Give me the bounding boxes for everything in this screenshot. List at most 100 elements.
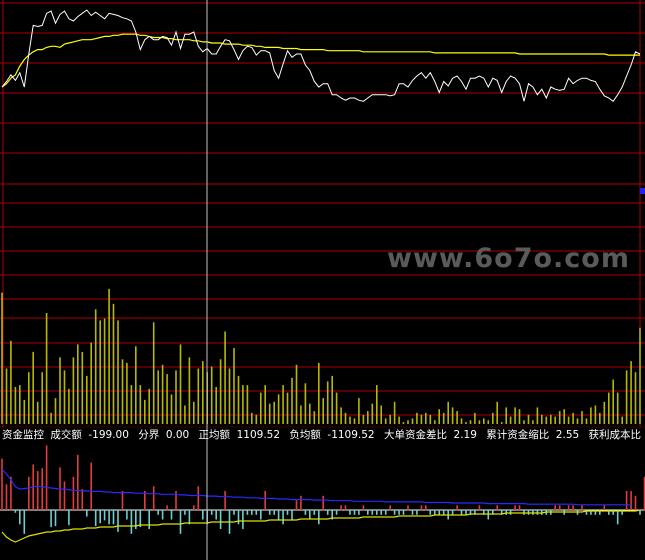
- status-value: 1109.52: [236, 429, 281, 441]
- volume-bar: [170, 394, 173, 424]
- volume-bar: [179, 344, 182, 424]
- fund-flow-bar: [99, 510, 101, 524]
- volume-bar: [496, 401, 498, 424]
- fund-flow-bar: [291, 510, 293, 520]
- volume-bar: [536, 407, 539, 425]
- volume-bar: [255, 414, 258, 425]
- status-item-neg-avg: 负均额:-1109.52: [289, 429, 375, 441]
- fund-flow-bar: [554, 505, 556, 511]
- fund-avg-line: [1, 509, 641, 543]
- volume-bar: [23, 399, 26, 424]
- fund-flow-bar: [322, 495, 324, 511]
- fund-flow-bar: [558, 505, 561, 511]
- fund-flow-bar: [210, 510, 213, 515]
- volume-bar: [545, 416, 548, 424]
- volume-bar: [1, 292, 3, 424]
- fund-flow-bar: [117, 510, 119, 532]
- volume-bar: [344, 412, 347, 424]
- fund-flow-bar: [148, 510, 150, 529]
- fund-flow-bar: [425, 505, 427, 511]
- volume-bar: [90, 342, 92, 424]
- fund-flow-bar: [393, 510, 396, 515]
- fund-flow-bar: [255, 510, 258, 515]
- volume-bar: [572, 412, 574, 424]
- volume-bar: [541, 414, 543, 425]
- volume-bar: [197, 368, 200, 424]
- fund-flow-bar: [434, 510, 436, 515]
- volume-bar: [590, 407, 592, 425]
- volume-bar: [500, 422, 503, 424]
- volume-bar: [277, 394, 280, 424]
- fund-flow-bar: [326, 510, 329, 515]
- fund-flow-bar: [126, 510, 128, 520]
- volume-bar: [50, 412, 52, 424]
- status-item-profit-cost: 获利成本比:-: [589, 429, 645, 441]
- volume-bar: [402, 422, 405, 424]
- fund-flow-bar: [389, 505, 391, 511]
- fund-flow-bar: [318, 510, 320, 525]
- volume-bar: [45, 313, 48, 424]
- fund-flow-bar: [103, 510, 106, 521]
- volume-bar: [144, 399, 146, 424]
- fund-flow-bar: [344, 505, 347, 511]
- fund-flow-bar: [398, 510, 400, 515]
- status-value: -1109.52: [327, 429, 375, 441]
- volume-bar: [108, 288, 110, 424]
- volume-bar: [10, 340, 12, 425]
- volume-bar: [567, 416, 570, 424]
- volume-bar: [389, 414, 391, 425]
- volume-bar: [349, 416, 351, 424]
- volume-bar: [474, 412, 476, 424]
- volume-bar: [420, 414, 423, 425]
- fund-flow-bar: [224, 491, 226, 510]
- fund-flow-bar: [45, 445, 48, 510]
- fund-flow-bar: [157, 510, 159, 515]
- volume-bar: [157, 370, 159, 425]
- chart-canvas[interactable]: [0, 0, 645, 560]
- status-item-pos-avg: 正均额:1109.52: [198, 429, 281, 441]
- volume-bar: [251, 412, 253, 424]
- volume-bar: [630, 361, 632, 424]
- fund-flow-bar: [77, 454, 79, 510]
- volume-bar: [358, 398, 360, 424]
- volume-bar: [14, 387, 17, 424]
- status-label: 累计资金缩比: [486, 429, 550, 441]
- fund-flow-bar: [304, 510, 307, 515]
- volume-bar: [117, 320, 119, 424]
- fund-flow-bar: [68, 510, 70, 526]
- volume-bar: [291, 377, 293, 425]
- fund-flow-bar: [456, 505, 458, 511]
- volume-bar: [594, 405, 597, 424]
- fund-flow-bar: [237, 510, 240, 525]
- volume-bar: [68, 388, 70, 424]
- volume-bar: [608, 392, 610, 425]
- volume-bar: [210, 366, 213, 424]
- fund-flow-bar: [567, 505, 570, 511]
- fund-flow-bar: [634, 495, 637, 511]
- volume-bar: [175, 370, 177, 425]
- fund-flow-bar: [10, 476, 12, 511]
- fund-flow-bar: [514, 505, 516, 511]
- fund-flow-bar: [202, 510, 204, 520]
- volume-bar: [188, 357, 191, 424]
- volume-bar: [184, 405, 186, 424]
- fund-flow-bar: [438, 510, 440, 515]
- fund-flow-bar: [94, 510, 97, 527]
- volume-bar: [130, 385, 133, 424]
- volume-bar: [94, 309, 97, 424]
- volume-bar: [456, 411, 458, 425]
- fund-flow-bar: [451, 510, 454, 515]
- volume-bar: [563, 409, 565, 424]
- fund-flow-bar: [630, 491, 632, 510]
- volume-bar: [371, 403, 374, 424]
- fund-flow-bar: [41, 468, 43, 510]
- volume-bar: [492, 412, 494, 424]
- volume-bar: [634, 372, 637, 424]
- volume-bar: [576, 418, 579, 424]
- fund-flow-bar: [86, 510, 88, 517]
- volume-bar: [81, 351, 84, 425]
- fund-flow-bar: [277, 510, 280, 520]
- watermark: www.6o7o.com: [387, 243, 630, 274]
- volume-bar: [112, 303, 115, 425]
- volume-bar: [268, 403, 271, 424]
